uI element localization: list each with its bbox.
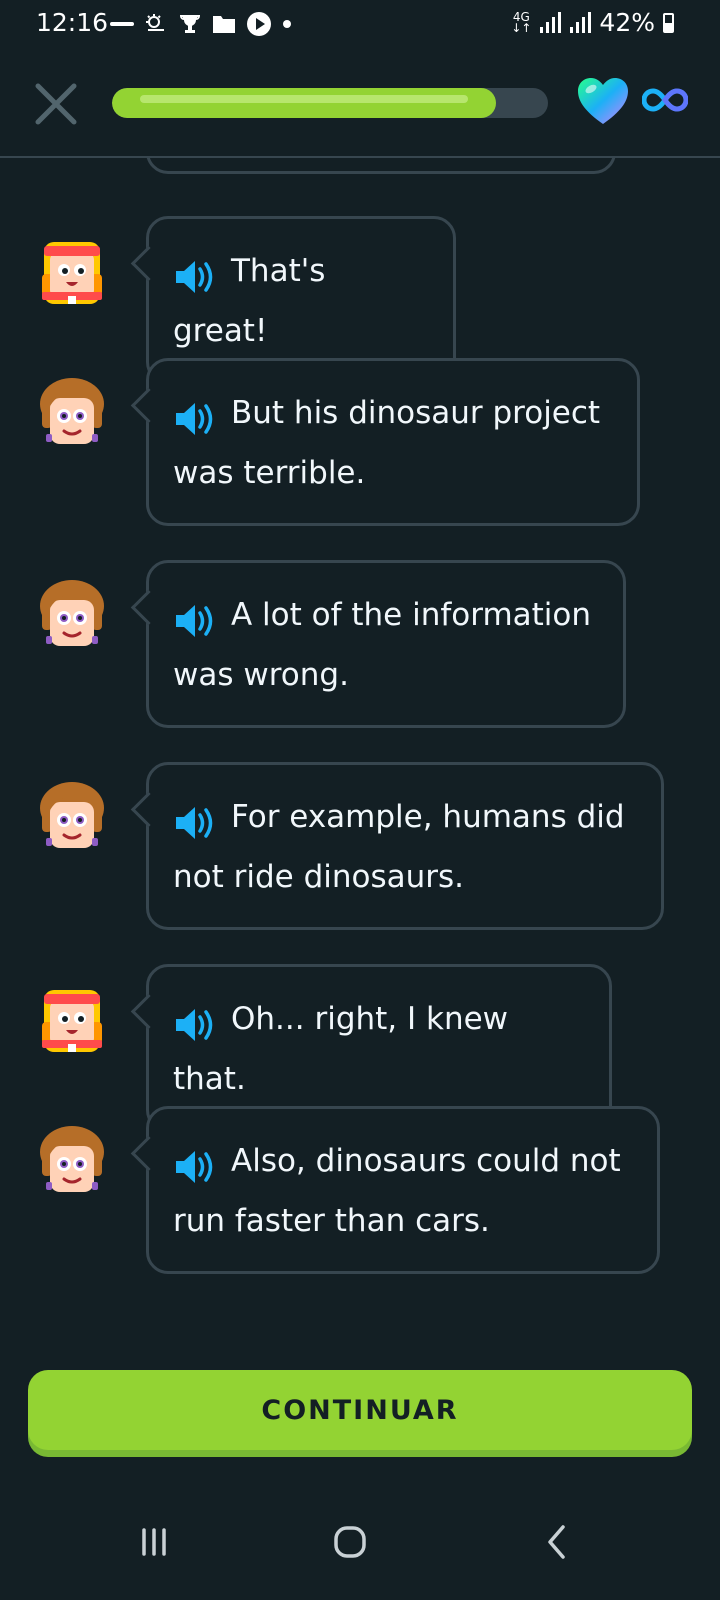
speaker-icon[interactable] xyxy=(173,257,217,297)
news-icon xyxy=(110,22,134,26)
speech-bubble: For example, humans did not ride dinosaur… xyxy=(146,762,664,930)
speaker-icon[interactable] xyxy=(173,1147,217,1187)
battery-percent: 42% xyxy=(599,8,655,37)
lesson-progress-bar xyxy=(112,88,548,118)
system-icons: 4G ↓↑ 42% xyxy=(511,8,674,37)
signal-icon xyxy=(540,11,562,33)
speech-line: But his dinosaur project xyxy=(173,383,613,443)
recent-apps-icon[interactable] xyxy=(124,1512,184,1572)
lesson-header xyxy=(0,60,720,156)
more-notifications-icon xyxy=(283,20,291,28)
speech-line: For example, humans did xyxy=(173,787,637,847)
speech-line: That's great! xyxy=(173,241,429,361)
speech-line: A lot of the information xyxy=(173,585,599,645)
speech-line: was terrible. xyxy=(173,443,613,503)
speech-bubble: But his dinosaur project was terrible. xyxy=(146,358,640,526)
speech-line: not ride dinosaurs. xyxy=(173,847,637,907)
continue-button[interactable]: CONTINUAR xyxy=(28,1370,692,1450)
signal-icon-2 xyxy=(570,11,592,33)
previous-message-bubble xyxy=(146,158,616,174)
notification-icons xyxy=(110,10,292,38)
speech-text[interactable]: not ride dinosaurs. xyxy=(173,859,465,895)
trophy-icon xyxy=(179,15,201,33)
speech-line: was wrong. xyxy=(173,645,599,705)
speech-text[interactable]: For example, humans did xyxy=(231,799,625,835)
girl-avatar-icon xyxy=(38,234,106,306)
play-icon xyxy=(247,12,271,36)
speech-bubble: A lot of the information was wrong. xyxy=(146,560,626,728)
heart-icon[interactable] xyxy=(576,76,630,126)
infinity-icon xyxy=(642,88,688,112)
status-bar: 12:16 4G ↓↑ 42% xyxy=(0,0,720,48)
dialogue-list: That's great! But his dinosaur project was… xyxy=(0,158,720,1358)
boy-avatar-icon xyxy=(38,1124,106,1196)
speech-text[interactable]: Also, dinosaurs could not xyxy=(231,1143,621,1179)
speech-line: Also, dinosaurs could not xyxy=(173,1131,633,1191)
speaker-icon[interactable] xyxy=(173,399,217,439)
system-nav-bar xyxy=(0,1490,720,1600)
battery-icon xyxy=(663,12,674,33)
status-time: 12:16 xyxy=(36,8,109,37)
speech-text[interactable]: was wrong. xyxy=(173,657,349,693)
network-type: 4G ↓↑ xyxy=(511,11,532,35)
weather-icon xyxy=(146,14,164,31)
folder-icon xyxy=(213,16,235,33)
speech-text[interactable]: run faster than cars. xyxy=(173,1203,490,1239)
speaker-icon[interactable] xyxy=(173,601,217,641)
close-icon[interactable] xyxy=(28,76,84,132)
speech-bubble: Oh... right, I knew that. xyxy=(146,964,612,1132)
speech-text[interactable]: A lot of the information xyxy=(231,597,592,633)
speech-line: Oh... right, I knew that. xyxy=(173,989,585,1109)
progress-fill xyxy=(112,88,496,118)
girl-avatar-icon xyxy=(38,982,106,1054)
home-icon[interactable] xyxy=(320,1512,380,1572)
speech-text[interactable]: was terrible. xyxy=(173,455,366,491)
speaker-icon[interactable] xyxy=(173,1005,217,1045)
speech-line: run faster than cars. xyxy=(173,1191,633,1251)
back-icon[interactable] xyxy=(528,1512,588,1572)
boy-avatar-icon xyxy=(38,780,106,852)
speech-text[interactable]: But his dinosaur project xyxy=(231,395,601,431)
boy-avatar-icon xyxy=(38,578,106,650)
speech-bubble: Also, dinosaurs could not run faster than… xyxy=(146,1106,660,1274)
data-arrows-icon: ↓↑ xyxy=(511,20,532,35)
speech-text[interactable]: Oh... right, I knew that. xyxy=(173,1001,509,1097)
speech-bubble: That's great! xyxy=(146,216,456,384)
speaker-icon[interactable] xyxy=(173,803,217,843)
boy-avatar-icon xyxy=(38,376,106,448)
